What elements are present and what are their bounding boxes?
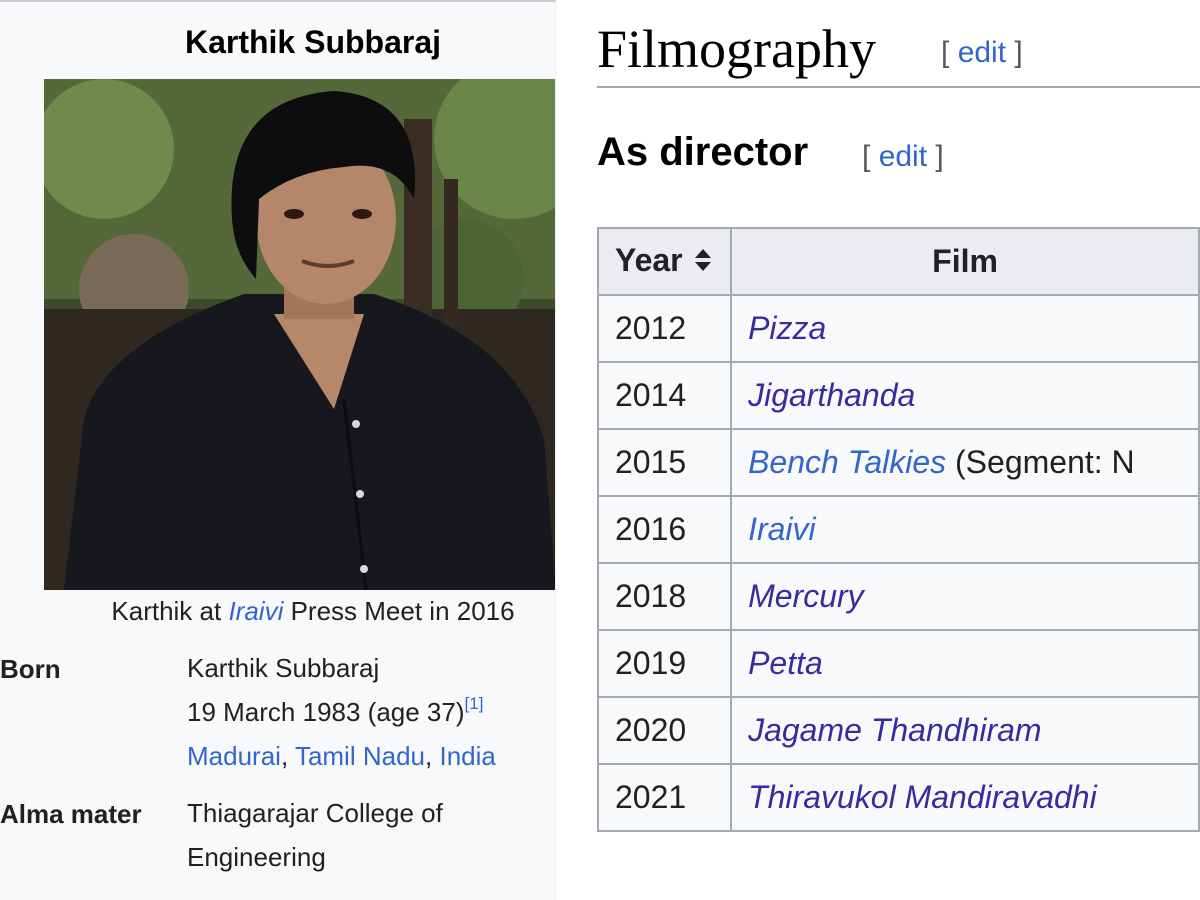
alma-mater-line-2: Engineering <box>187 842 326 872</box>
as-director-edit: [ edit ] <box>862 140 944 174</box>
as-director-heading: As director <box>597 130 809 174</box>
born-place: Madurai, Tamil Nadu, India <box>187 734 496 778</box>
as-director-edit-link[interactable]: edit <box>879 140 927 173</box>
infobox-title: Karthik Subbaraj <box>184 24 442 60</box>
reference-link[interactable]: [1] <box>465 694 484 713</box>
born-date: 19 March 1983 (age 37) <box>187 697 465 727</box>
film-note: (Segment: N <box>955 444 1135 480</box>
film-cell: Petta <box>730 629 1200 698</box>
year-cell: 2014 <box>596 361 733 430</box>
separator: , <box>425 741 433 771</box>
born-label: Born <box>0 654 61 684</box>
filmography-edit: [ edit ] <box>941 36 1023 70</box>
bracket-close: ] <box>1014 36 1023 69</box>
year-cell: 2021 <box>596 763 733 832</box>
table-row: 2021 Thiravukol Mandiravadhi <box>596 763 1200 832</box>
film-link[interactable]: Pizza <box>748 310 826 346</box>
heading-divider <box>597 86 1200 88</box>
born-date-line: 19 March 1983 (age 37)[1] <box>187 690 496 734</box>
table-row: 2015 Bench Talkies (Segment: N <box>596 428 1200 497</box>
film-cell: Pizza <box>730 294 1200 363</box>
film-link[interactable]: Jagame Thandhiram <box>748 712 1041 748</box>
bracket-close: ] <box>935 140 944 173</box>
film-cell: Mercury <box>730 562 1200 631</box>
born-value: Karthik Subbaraj 19 March 1983 (age 37)[… <box>187 646 496 778</box>
person-photo[interactable] <box>34 59 555 591</box>
director-filmography-table: Year Film 2012 Pizza 2014 Jigarthanda 20… <box>596 227 1200 832</box>
bracket-open: [ <box>941 36 950 69</box>
filmography-heading: Filmography <box>597 19 876 79</box>
year-cell: 2020 <box>596 696 733 765</box>
film-link[interactable]: Petta <box>748 645 823 681</box>
caption-prefix: Karthik at <box>111 596 222 626</box>
table-row: 2018 Mercury <box>596 562 1200 631</box>
alma-mater-line-1: Thiagarajar College of <box>187 798 443 828</box>
alma-mater-label: Alma mater <box>0 799 142 829</box>
separator: , <box>280 741 289 771</box>
film-link[interactable]: Iraivi <box>748 511 816 547</box>
year-cell: 2018 <box>596 562 733 631</box>
caption-suffix: Press Meet in 2016 <box>290 596 515 626</box>
link-india[interactable]: India <box>439 741 495 771</box>
link-tamil-nadu[interactable]: Tamil Nadu <box>295 741 425 771</box>
film-cell: Bench Talkies (Segment: N <box>730 428 1200 497</box>
born-name: Karthik Subbaraj <box>187 653 380 683</box>
film-cell: Jagame Thandhiram <box>730 696 1200 765</box>
film-cell: Jigarthanda <box>730 361 1200 430</box>
alma-mater-value: Thiagarajar College of Engineering <box>187 791 443 879</box>
year-cell: 2019 <box>596 629 733 698</box>
infobox: Karthik Subbaraj Karthik at Iraivi Press… <box>0 0 556 900</box>
filmography-edit-link[interactable]: edit <box>958 36 1006 69</box>
film-cell: Iraivi <box>730 495 1200 564</box>
sort-icon[interactable] <box>693 244 713 281</box>
year-cell: 2015 <box>596 428 733 497</box>
caption-link-iraivi[interactable]: Iraivi <box>228 596 283 626</box>
table-row: 2012 Pizza <box>596 294 1200 363</box>
year-column-header[interactable]: Year <box>596 227 733 296</box>
table-row: 2014 Jigarthanda <box>596 361 1200 430</box>
bracket-open: [ <box>862 140 871 173</box>
table-row: 2016 Iraivi <box>596 495 1200 564</box>
link-madurai[interactable]: Madurai <box>187 741 281 771</box>
year-header-label: Year <box>615 241 683 278</box>
film-link[interactable]: Bench Talkies <box>748 444 946 480</box>
film-column-header[interactable]: Film <box>730 227 1200 296</box>
film-link[interactable]: Mercury <box>748 578 864 614</box>
year-cell: 2012 <box>596 294 733 363</box>
table-header-row: Year Film <box>596 227 1200 296</box>
film-link[interactable]: Thiravukol Mandiravadhi <box>748 779 1097 815</box>
film-cell: Thiravukol Mandiravadhi <box>730 763 1200 832</box>
film-link[interactable]: Jigarthanda <box>748 377 915 413</box>
person-photo-image <box>34 59 555 591</box>
year-cell: 2016 <box>596 495 733 564</box>
table-row: 2019 Petta <box>596 629 1200 698</box>
photo-caption: Karthik at Iraivi Press Meet in 2016 <box>0 596 555 627</box>
table-body: 2012 Pizza 2014 Jigarthanda 2015 Bench T… <box>596 294 1200 832</box>
table-row: 2020 Jagame Thandhiram <box>596 696 1200 765</box>
